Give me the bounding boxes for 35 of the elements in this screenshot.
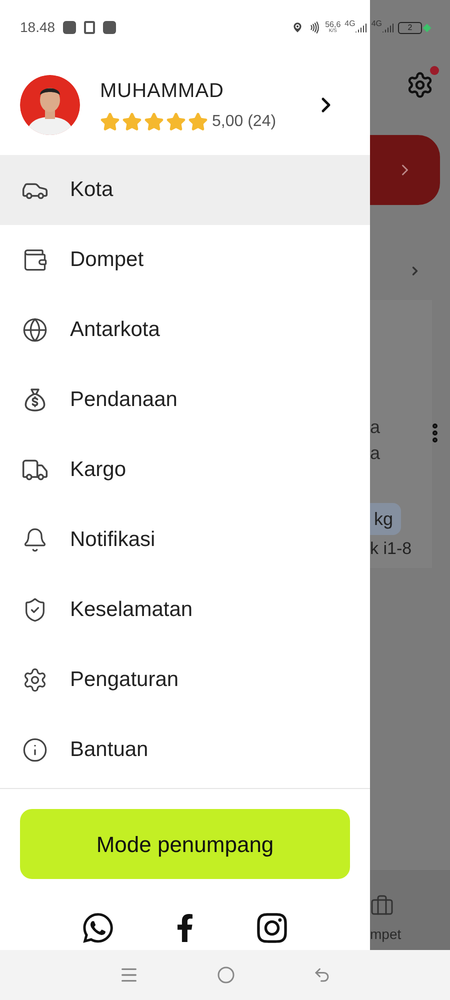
star-icon: [100, 112, 120, 132]
app-icon: [103, 21, 116, 34]
signal-icon: [382, 22, 394, 34]
home-icon[interactable]: [217, 966, 235, 984]
card-text: a: [370, 416, 380, 439]
mode-button[interactable]: Mode penumpang: [20, 809, 350, 879]
whatsapp-icon[interactable]: [81, 911, 115, 945]
settings-icon[interactable]: [406, 71, 434, 99]
network-speed: 56,6: [325, 21, 341, 29]
globe-icon: [22, 317, 48, 343]
nfc-icon: [308, 21, 322, 34]
star-icon: [188, 112, 208, 132]
status-time: 18.48: [20, 18, 56, 37]
user-name: MUHAMMAD: [100, 79, 225, 104]
avatar: [20, 75, 80, 135]
card-text: a: [370, 442, 380, 465]
back-icon[interactable]: [313, 966, 331, 984]
battery-icon: 2: [398, 22, 422, 34]
rating-text: 5,00 (24): [212, 112, 276, 132]
app-icon: [84, 21, 96, 34]
network-type: 4G: [371, 18, 382, 30]
star-icon: [166, 112, 186, 132]
instagram-icon[interactable]: [255, 911, 289, 945]
app-icon: [63, 21, 76, 34]
weight-tag: kg: [370, 503, 402, 535]
star-icon: [122, 112, 142, 132]
bell-icon: [22, 527, 48, 553]
info-icon: [22, 737, 48, 763]
star-icon: [144, 112, 164, 132]
menu-item[interactable]: Kota: [0, 155, 370, 225]
settings-icon: [22, 667, 48, 693]
signal-icon: [355, 22, 368, 34]
network-type: 4G: [344, 18, 356, 30]
card-text: k i1-8: [370, 538, 412, 560]
action-banner[interactable]: [370, 135, 440, 205]
